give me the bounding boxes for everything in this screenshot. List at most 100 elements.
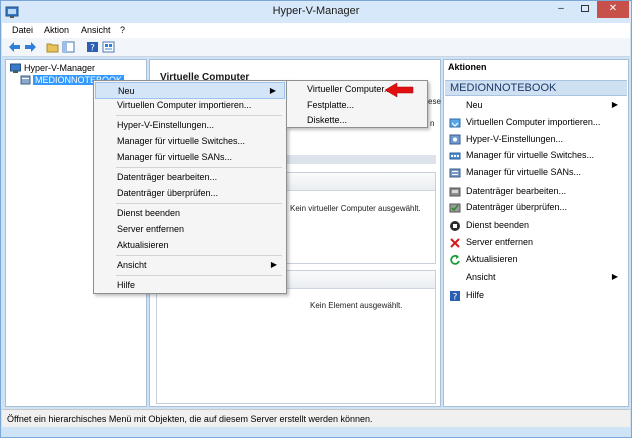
- no-element-message: Kein Element ausgewählt.: [310, 301, 403, 310]
- action-label: Neu: [466, 100, 483, 110]
- folder-up-icon[interactable]: [46, 41, 59, 53]
- submenu-diskette[interactable]: Diskette...: [307, 115, 347, 125]
- server-icon: [20, 75, 31, 85]
- action-label: Manager für virtuelle Switches...: [466, 150, 595, 160]
- context-item-label: Hyper-V-Einstellungen...: [117, 120, 215, 130]
- edge-text-1: ese: [428, 97, 441, 106]
- action-aktualisieren[interactable]: Aktualisieren: [444, 252, 628, 268]
- context-item-label: Virtuellen Computer importieren...: [117, 100, 252, 110]
- menu-aktion[interactable]: Aktion: [44, 25, 69, 35]
- menu-separator: [116, 275, 282, 276]
- menu-separator: [116, 167, 282, 168]
- no-vm-message: Kein virtueller Computer ausgewählt.: [290, 204, 421, 213]
- submenu-arrow-icon: ▶: [611, 100, 618, 109]
- disk-check-icon: [449, 203, 461, 213]
- context-item-virtuellen-computer-importieren[interactable]: Virtuellen Computer importieren...: [95, 97, 285, 114]
- actions-title: Aktionen: [448, 62, 487, 72]
- context-item-ansicht[interactable]: Ansicht ▶: [95, 257, 285, 274]
- red-arrow-icon: [384, 82, 414, 98]
- submenu-arrow-icon: ▶: [269, 86, 276, 95]
- settings-icon: [449, 134, 461, 145]
- action-hilfe[interactable]: ? Hilfe: [444, 288, 628, 304]
- remove-icon: [450, 238, 460, 248]
- actions-group-header[interactable]: MEDIONNOTEBOOK: [445, 80, 627, 96]
- refresh-icon: [450, 254, 460, 265]
- action-label: Dienst beenden: [466, 220, 530, 230]
- submenu-arrow-icon: ▶: [611, 272, 618, 281]
- console-tree-icon[interactable]: [62, 41, 75, 53]
- toolbar: ?: [2, 38, 630, 57]
- action-label: Manager für virtuelle SANs...: [466, 167, 582, 177]
- context-item-label: Server entfernen: [117, 224, 185, 234]
- context-item-label: Neu: [118, 86, 135, 96]
- context-item-aktualisieren[interactable]: Aktualisieren: [95, 237, 285, 254]
- action-label: Hilfe: [466, 290, 485, 300]
- context-item-label: Hilfe: [117, 280, 136, 290]
- maximize-button[interactable]: [573, 1, 597, 18]
- menu-datei[interactable]: Datei: [12, 25, 33, 35]
- context-item-label: Manager für virtuelle SANs...: [117, 152, 233, 162]
- submenu-virtual-computer[interactable]: Virtueller Computer...: [307, 84, 391, 94]
- title-bar: Hyper-V-Manager – ✕: [1, 1, 631, 23]
- context-item-label: Dienst beenden: [117, 208, 181, 218]
- action-label: Ansicht: [466, 272, 496, 282]
- back-arrow-icon[interactable]: [8, 41, 21, 53]
- menu-help[interactable]: ?: [120, 25, 125, 35]
- context-item-label: Aktualisieren: [117, 240, 169, 250]
- menu-separator: [116, 203, 282, 204]
- action-label: Datenträger überprüfen...: [466, 202, 568, 212]
- action-manager-für-virtuelle-switches[interactable]: Manager für virtuelle Switches...: [444, 148, 628, 164]
- actions-group-label: MEDIONNOTEBOOK: [450, 82, 557, 94]
- help-icon: ?: [450, 291, 460, 303]
- context-item-label: Datenträger bearbeiten...: [117, 172, 218, 182]
- action-virtuellen-computer-importieren[interactable]: Virtuellen Computer importieren...: [444, 115, 628, 131]
- action-datenträger-bearbeiten[interactable]: Datenträger bearbeiten...: [444, 184, 628, 200]
- minimize-button[interactable]: –: [549, 1, 573, 18]
- action-neu[interactable]: Neu ▶: [444, 98, 628, 114]
- actions-pane: Aktionen MEDIONNOTEBOOK Neu ▶ Virtuellen C…: [443, 59, 629, 407]
- context-item-label: Ansicht: [117, 260, 147, 270]
- context-item-manager-für-virtuelle-switches[interactable]: Manager für virtuelle Switches...: [95, 133, 285, 150]
- context-item-hyper-v-einstellungen[interactable]: Hyper-V-Einstellungen...: [95, 117, 285, 134]
- menu-ansicht[interactable]: Ansicht: [81, 25, 111, 35]
- context-item-label: Datenträger überprüfen...: [117, 188, 219, 198]
- action-label: Server entfernen: [466, 237, 534, 247]
- context-item-server-entfernen[interactable]: Server entfernen: [95, 221, 285, 238]
- menu-separator: [116, 115, 282, 116]
- context-item-hilfe[interactable]: Hilfe: [95, 277, 285, 294]
- tree-root-label: Hyper-V-Manager: [24, 63, 96, 73]
- action-dienst-beenden[interactable]: Dienst beenden: [444, 218, 628, 234]
- context-item-datenträger-überprüfen[interactable]: Datenträger überprüfen...: [95, 185, 285, 202]
- close-button[interactable]: ✕: [597, 1, 629, 18]
- context-item-dienst-beenden[interactable]: Dienst beenden: [95, 205, 285, 222]
- svg-text:?: ?: [90, 44, 95, 54]
- submenu-festplatte[interactable]: Festplatte...: [307, 100, 354, 110]
- action-label: Aktualisieren: [466, 254, 518, 264]
- action-manager-für-virtuelle-sans[interactable]: Manager für virtuelle SANs...: [444, 165, 628, 181]
- switch-icon: [449, 152, 461, 160]
- action-label: Virtuellen Computer importieren...: [466, 117, 601, 127]
- disk-edit-icon: [449, 187, 461, 197]
- forward-arrow-icon[interactable]: [24, 41, 37, 53]
- action-server-entfernen[interactable]: Server entfernen: [444, 235, 628, 251]
- submenu-arrow-icon: ▶: [270, 260, 277, 269]
- properties-icon[interactable]: [102, 41, 115, 53]
- menu-bar: Datei Aktion Ansicht ?: [2, 23, 630, 38]
- status-text: Öffnet ein hierarchisches Menü mit Objek…: [7, 414, 373, 424]
- context-item-datenträger-bearbeiten[interactable]: Datenträger bearbeiten...: [95, 169, 285, 186]
- stop-icon: [450, 221, 460, 231]
- edge-text-2: n: [430, 119, 435, 128]
- action-datenträger-überprüfen[interactable]: Datenträger überprüfen...: [444, 200, 628, 216]
- menu-separator: [116, 255, 282, 256]
- import-icon: [449, 118, 461, 128]
- help-toolbar-icon[interactable]: ?: [86, 41, 99, 53]
- context-menu: Neu ▶ Virtuellen Computer importieren... Hy…: [93, 80, 287, 294]
- window-title: Hyper-V-Manager: [272, 5, 360, 17]
- action-hyper-v-einstellungen[interactable]: Hyper-V-Einstellungen...: [444, 132, 628, 148]
- action-label: Hyper-V-Einstellungen...: [466, 134, 564, 144]
- svg-text:?: ?: [453, 293, 458, 303]
- maximize-icon: [581, 4, 589, 12]
- context-item-manager-für-virtuelle-sans[interactable]: Manager für virtuelle SANs...: [95, 149, 285, 166]
- action-label: Datenträger bearbeiten...: [466, 186, 567, 196]
- action-ansicht[interactable]: Ansicht ▶: [444, 270, 628, 286]
